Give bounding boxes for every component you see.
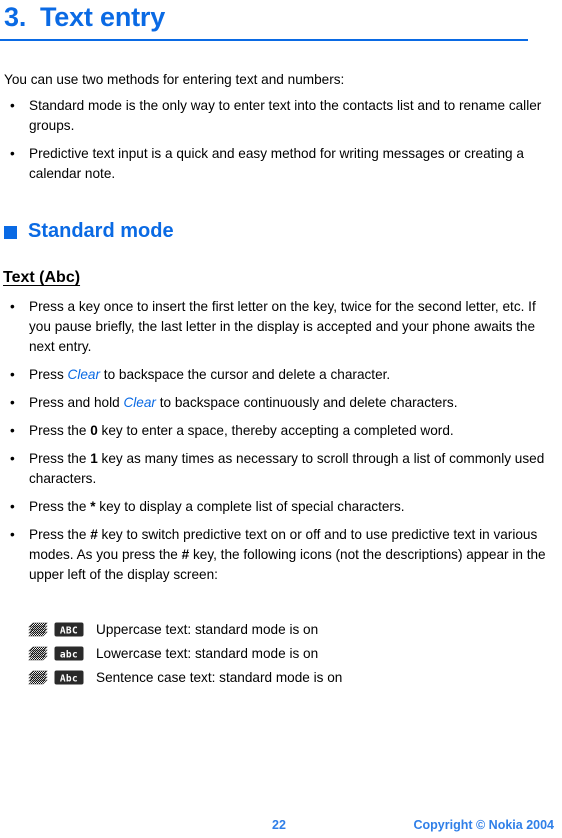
bullet-dot-icon: • [10, 395, 15, 410]
list-item: • Press the 1 key as many times as neces… [4, 449, 560, 489]
list-item-text: Press the 1 key as many times as necessa… [29, 449, 560, 489]
bullet-dot-icon: • [10, 423, 15, 438]
keycap-hash: # [90, 527, 98, 542]
sheet-stack-icon [28, 646, 48, 661]
uppercase-abc-badge-icon: ABC [54, 622, 84, 637]
list-item-text: Standard mode is the only way to enter t… [29, 98, 542, 133]
bullet-dot-icon: • [10, 299, 15, 314]
standard-mode-bullet-list: • Press a key once to insert the first l… [4, 297, 560, 585]
list-item: Abc Sentence case text: standard mode is… [28, 666, 548, 689]
list-item: ABC Uppercase text: standard mode is on [28, 618, 548, 641]
list-item: • Press the * key to display a complete … [4, 497, 560, 517]
sheet-stack-icon [28, 622, 48, 637]
bullet-dot-icon: • [10, 527, 15, 542]
list-item-text: Press the # key to switch predictive tex… [29, 525, 560, 585]
list-item: • Press and hold Clear to backspace cont… [4, 393, 560, 413]
list-item-text: Predictive text input is a quick and eas… [29, 146, 524, 181]
sheet-stack-icon [28, 670, 48, 685]
list-item: abc Lowercase text: standard mode is on [28, 642, 548, 665]
footer-page-number: 22 [272, 818, 286, 832]
list-item-text-part: Press the [29, 451, 91, 466]
intro-paragraph: You can use two methods for entering tex… [4, 72, 345, 87]
indicator-icon-pair: Abc [28, 670, 96, 685]
list-item: • Predictive text input is a quick and e… [4, 144, 552, 184]
chapter-number: 3. [4, 2, 27, 32]
list-item: • Press the 0 key to enter a space, ther… [4, 421, 560, 441]
indicator-description: Lowercase text: standard mode is on [96, 645, 319, 661]
list-item-text-part: to backspace the cursor and delete a cha… [100, 367, 391, 382]
bullet-dot-icon: • [10, 451, 15, 466]
list-item-text-part: key to display a complete list of specia… [95, 499, 405, 514]
title-divider [0, 39, 528, 41]
page-footer: 22 Copyright © Nokia 2004 [0, 818, 562, 838]
soft-key-label-clear: Clear [67, 367, 101, 382]
indicator-icon-pair: ABC [28, 622, 96, 637]
lowercase-abc-badge-icon: abc [54, 646, 84, 661]
indicator-description: Sentence case text: standard mode is on [96, 669, 343, 685]
keycap-0: 0 [90, 423, 98, 438]
list-item-text: Press and hold Clear to backspace contin… [29, 393, 560, 413]
intro-bullet-list: • Standard mode is the only way to enter… [4, 96, 552, 184]
sentencecase-abc-badge-icon: Abc [54, 670, 84, 685]
chapter-title: Text entry [40, 2, 166, 32]
indicator-description: Uppercase text: standard mode is on [96, 621, 319, 637]
bullet-dot-icon: • [10, 499, 15, 514]
list-item-text-part: Press a key once to insert the first let… [29, 299, 536, 354]
list-item-text: Press the 0 key to enter a space, thereb… [29, 421, 560, 441]
list-item-text: Press Clear to backspace the cursor and … [29, 365, 560, 385]
section-heading-label: Standard mode [28, 220, 174, 242]
list-item: • Press Clear to backspace the cursor an… [4, 365, 560, 385]
bullet-dot-icon: • [10, 98, 15, 113]
section-heading-standard-mode: Standard mode [4, 220, 174, 243]
list-item-text-part: key as many times as necessary to scroll… [29, 451, 545, 486]
page-title: 3. Text entry [4, 2, 534, 33]
badge-text: abc [60, 649, 78, 660]
badge-text: Abc [60, 673, 78, 684]
indicator-icon-legend: ABC Uppercase text: standard mode is on [28, 618, 548, 690]
footer-copyright: Copyright © Nokia 2004 [413, 818, 555, 832]
list-item-text-part: Press [29, 367, 68, 382]
bullet-dot-icon: • [10, 367, 15, 382]
soft-key-label-clear: Clear [123, 395, 156, 410]
list-item: • Press the # key to switch predictive t… [4, 525, 560, 585]
list-item: • Press a key once to insert the first l… [4, 297, 560, 357]
list-item: • Standard mode is the only way to enter… [4, 96, 552, 136]
list-item-text-part: Press and hold [29, 395, 124, 410]
list-item-text: Press a key once to insert the first let… [29, 297, 560, 357]
document-page: 3. Text entry You can use two methods fo… [0, 0, 562, 838]
keycap-1: 1 [90, 451, 98, 466]
list-item-text-part: Press the [29, 499, 91, 514]
list-item-text-part: to backspace continuously and delete cha… [155, 395, 458, 410]
list-item-text-part: Press the [29, 527, 91, 542]
section-marker-square-icon [4, 226, 17, 239]
indicator-icon-pair: abc [28, 646, 96, 661]
bullet-dot-icon: • [10, 146, 15, 161]
sub-heading-text-abc: Text (Abc) [3, 269, 81, 286]
list-item-text-part: key to enter a space, thereby accepting … [97, 423, 454, 438]
list-item-text-part: Press the [29, 423, 91, 438]
list-item-text: Press the * key to display a complete li… [29, 497, 560, 517]
badge-text: ABC [60, 625, 78, 636]
